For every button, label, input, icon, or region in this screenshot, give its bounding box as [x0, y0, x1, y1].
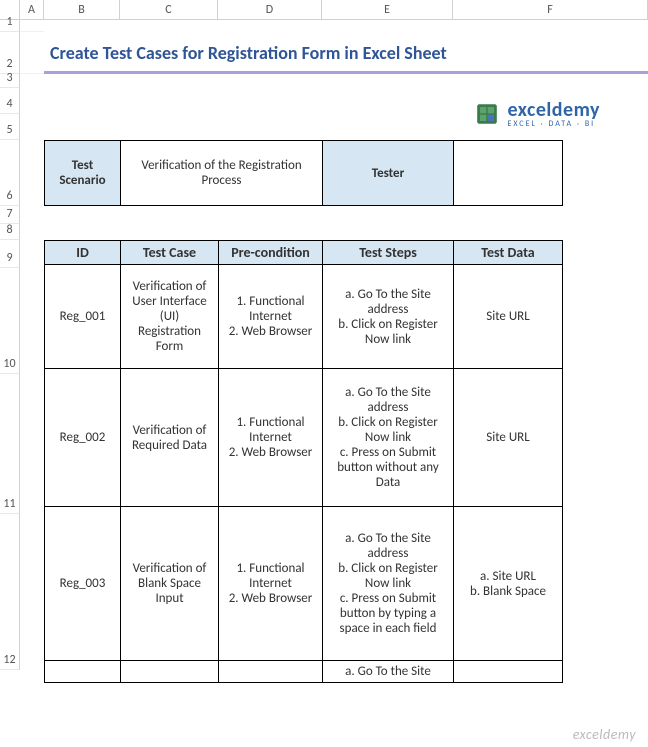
cell-steps[interactable]: a. Go To the Site address b. Click on Re…	[323, 507, 454, 661]
cell-case[interactable]: Verification of Required Data	[121, 369, 219, 507]
table-row-partial: a. Go To the Site	[45, 661, 563, 683]
logo-area: exceldemy EXCEL · DATA · BI	[20, 88, 648, 140]
cell-blank[interactable]	[20, 140, 44, 206]
row-header-1[interactable]: 1	[0, 20, 20, 32]
row-header-6[interactable]: 6	[0, 140, 20, 206]
cell-data[interactable]	[454, 661, 563, 683]
cell-pre[interactable]	[219, 661, 323, 683]
cell-case[interactable]: Verification of User Interface (UI) Regi…	[121, 265, 219, 369]
header-data[interactable]: Test Data	[454, 241, 563, 265]
row-header-11[interactable]: 11	[0, 374, 20, 514]
cell-steps[interactable]: a. Go To the Site address b. Click on Re…	[323, 369, 454, 507]
cell-blank[interactable]	[20, 32, 44, 74]
header-pre[interactable]: Pre-condition	[219, 241, 323, 265]
tester-value[interactable]	[454, 141, 563, 206]
table-row: Reg_001 Verification of User Interface (…	[45, 265, 563, 369]
col-header-a[interactable]: A	[20, 0, 44, 19]
col-header-f[interactable]: F	[453, 0, 648, 19]
col-header-d[interactable]: D	[218, 0, 322, 19]
cell-steps[interactable]: a. Go To the Site	[323, 661, 454, 683]
cell-id[interactable]: Reg_001	[45, 265, 121, 369]
row-header-12[interactable]: 12	[0, 514, 20, 670]
cell-pre[interactable]: 1. Functional Internet 2. Web Browser	[219, 369, 323, 507]
logo-icon	[473, 100, 501, 128]
cell-pre[interactable]: 1. Functional Internet 2. Web Browser	[219, 265, 323, 369]
cell-steps[interactable]: a. Go To the Site address b. Click on Re…	[323, 265, 454, 369]
col-header-c[interactable]: C	[120, 0, 218, 19]
row-header-9[interactable]: 9	[0, 240, 20, 268]
table-row: Reg_002 Verification of Required Data 1.…	[45, 369, 563, 507]
logo-text-main: exceldemy	[507, 100, 600, 120]
scenario-label[interactable]: Test Scenario	[45, 141, 121, 206]
cell-pre[interactable]: 1. Functional Internet 2. Web Browser	[219, 507, 323, 661]
row-header-3[interactable]: 3	[0, 74, 20, 88]
row-header-10[interactable]: 10	[0, 268, 20, 374]
cell-blank[interactable]	[20, 20, 44, 32]
exceldemy-logo: exceldemy EXCEL · DATA · BI	[473, 100, 600, 128]
row-header-7[interactable]: 7	[0, 206, 20, 224]
column-headers: A B C D E F	[0, 0, 648, 20]
cell-blank[interactable]	[20, 240, 44, 683]
tester-label[interactable]: Tester	[323, 141, 454, 206]
watermark: exceldemy	[573, 726, 636, 743]
header-id[interactable]: ID	[45, 241, 121, 265]
cell-data[interactable]: Site URL	[454, 265, 563, 369]
cell-data[interactable]: Site URL	[454, 369, 563, 507]
row-header-2[interactable]: 2	[0, 32, 20, 74]
scenario-desc[interactable]: Verification of the Registration Process	[121, 141, 323, 206]
row-header-4[interactable]: 4	[0, 88, 20, 114]
row-header-8[interactable]: 8	[0, 224, 20, 240]
cases-table: ID Test Case Pre-condition Test Steps Te…	[44, 240, 563, 683]
logo-text-sub: EXCEL · DATA · BI	[507, 120, 600, 128]
cell-data[interactable]: a. Site URL b. Blank Space	[454, 507, 563, 661]
header-steps[interactable]: Test Steps	[323, 241, 454, 265]
row-header-5[interactable]: 5	[0, 114, 20, 140]
col-header-b[interactable]: B	[44, 0, 120, 19]
page-title: Create Test Cases for Registration Form …	[44, 32, 648, 74]
col-header-e[interactable]: E	[322, 0, 453, 19]
cell-case[interactable]: Verification of Blank Space Input	[121, 507, 219, 661]
table-row: Reg_003 Verification of Blank Space Inpu…	[45, 507, 563, 661]
scenario-table: Test Scenario Verification of the Regist…	[44, 140, 563, 206]
cell-id[interactable]: Reg_003	[45, 507, 121, 661]
cell-id[interactable]	[45, 661, 121, 683]
cell-case[interactable]	[121, 661, 219, 683]
header-case[interactable]: Test Case	[121, 241, 219, 265]
cell-id[interactable]: Reg_002	[45, 369, 121, 507]
table-header-row: ID Test Case Pre-condition Test Steps Te…	[45, 241, 563, 265]
